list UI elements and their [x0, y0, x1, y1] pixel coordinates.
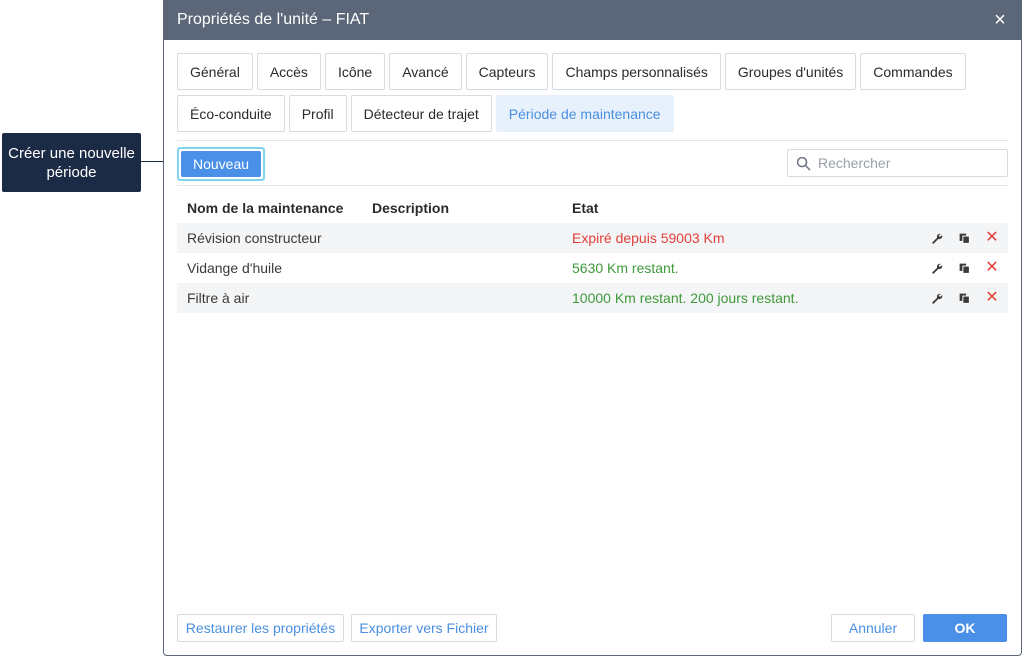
tab-eco-driving[interactable]: Éco-conduite — [177, 95, 285, 132]
wrench-icon[interactable] — [928, 290, 944, 306]
export-to-file-button[interactable]: Exporter vers Fichier — [351, 614, 497, 642]
tab-sensors[interactable]: Capteurs — [465, 53, 549, 90]
wrench-icon[interactable] — [928, 230, 944, 246]
new-button-label: Nouveau — [181, 151, 261, 177]
close-icon[interactable]: × — [991, 10, 1009, 30]
row-name: Révision constructeur — [187, 230, 322, 246]
header-description: Description — [372, 200, 450, 216]
copy-icon[interactable] — [956, 230, 972, 246]
row-state: Expiré depuis 59003 Km — [572, 230, 725, 246]
header-name: Nom de la maintenance — [187, 200, 344, 216]
toolbar-divider — [177, 185, 1008, 186]
callout-text: Créer une nouvelle période — [8, 144, 135, 181]
row-actions: ✕ — [917, 230, 1008, 246]
restore-properties-button[interactable]: Restaurer les propriétés — [177, 614, 344, 642]
tabs-divider — [177, 140, 1008, 141]
tab-profile[interactable]: Profil — [288, 95, 347, 132]
row-state: 10000 Km restant. 200 jours restant. — [572, 290, 799, 306]
tab-access[interactable]: Accès — [256, 53, 321, 90]
dialog-titlebar: Propriétés de l'unité – FIAT × — [164, 0, 1021, 40]
tab-maintenance[interactable]: Période de maintenance — [495, 95, 674, 132]
maintenance-table: Nom de la maintenance Description Etat R… — [177, 193, 1008, 313]
tab-row-1: Général Accès Icône Avancé Capteurs Cham… — [177, 53, 1007, 90]
tab-icon[interactable]: Icône — [324, 53, 386, 90]
table-row[interactable]: Filtre à air 10000 Km restant. 200 jours… — [177, 283, 1008, 313]
tab-custom-fields[interactable]: Champs personnalisés — [552, 53, 721, 90]
delete-icon[interactable]: ✕ — [984, 290, 1000, 306]
new-button[interactable]: Nouveau — [177, 147, 265, 181]
copy-icon[interactable] — [956, 290, 972, 306]
dialog-title: Propriétés de l'unité – FIAT — [177, 11, 370, 28]
delete-icon[interactable]: ✕ — [984, 230, 1000, 246]
row-name: Filtre à air — [187, 290, 250, 306]
row-actions: ✕ — [917, 290, 1008, 306]
search-input[interactable] — [818, 155, 998, 171]
row-name: Vidange d'huile — [187, 260, 283, 276]
tab-row-2: Éco-conduite Profil Détecteur de trajet … — [177, 95, 1007, 132]
table-header: Nom de la maintenance Description Etat — [177, 193, 1008, 223]
row-actions: ✕ — [917, 260, 1008, 276]
tab-trip-detector[interactable]: Détecteur de trajet — [350, 95, 492, 132]
header-state: Etat — [572, 200, 599, 216]
tab-unit-groups[interactable]: Groupes d'unités — [724, 53, 857, 90]
tab-commands[interactable]: Commandes — [860, 53, 966, 90]
unit-properties-dialog: Propriétés de l'unité – FIAT × Général A… — [163, 0, 1022, 656]
table-row[interactable]: Révision constructeur Expiré depuis 5900… — [177, 223, 1008, 253]
copy-icon[interactable] — [956, 260, 972, 276]
search-icon — [796, 156, 811, 170]
tab-bar: Général Accès Icône Avancé Capteurs Cham… — [177, 53, 1007, 137]
cancel-button[interactable]: Annuler — [831, 614, 915, 642]
delete-icon[interactable]: ✕ — [984, 260, 1000, 276]
ok-button[interactable]: OK — [923, 614, 1007, 642]
tab-advanced[interactable]: Avancé — [389, 53, 462, 90]
row-state: 5630 Km restant. — [572, 260, 679, 276]
search-box[interactable] — [787, 149, 1008, 177]
table-row[interactable]: Vidange d'huile 5630 Km restant. ✕ — [177, 253, 1008, 283]
callout-new-period: Créer une nouvelle période — [2, 133, 141, 192]
tab-general[interactable]: Général — [177, 53, 253, 90]
wrench-icon[interactable] — [928, 260, 944, 276]
